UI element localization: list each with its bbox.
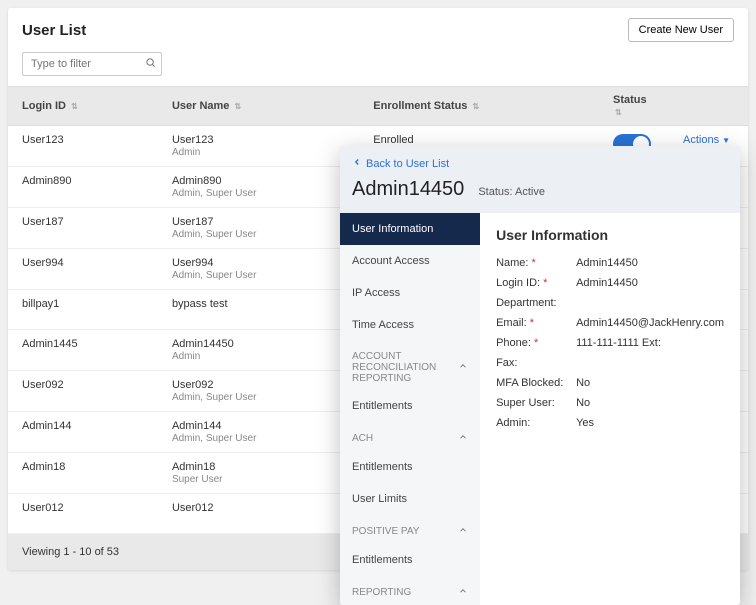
nav-user-information[interactable]: User Information [340, 213, 480, 245]
detail-nav: User Information Account Access IP Acces… [340, 213, 480, 605]
chevron-up-icon [458, 432, 468, 445]
nav-group-positive-pay[interactable]: POSITIVE PAY [340, 515, 480, 544]
sort-icon: ⇅ [71, 102, 78, 111]
detail-title: Admin14450 [352, 178, 464, 201]
cell-role: Admin [172, 147, 345, 158]
caret-down-icon: ▼ [722, 136, 730, 145]
info-value: Admin14450 [576, 257, 638, 269]
filter-container [8, 52, 748, 86]
nav-account-access[interactable]: Account Access [340, 245, 480, 277]
cell-login: User123 [8, 126, 158, 167]
cell-username: Admin18Super User [158, 453, 359, 494]
sort-icon: ⇅ [615, 108, 622, 117]
actions-dropdown[interactable]: Actions▼ [683, 134, 730, 146]
info-value: Yes [576, 417, 594, 429]
detail-content: User Information Name: * Admin14450 Logi… [480, 213, 740, 605]
filter-input[interactable] [22, 52, 162, 76]
nav-ip-access[interactable]: IP Access [340, 277, 480, 309]
cell-login: Admin144 [8, 412, 158, 453]
cell-role: Admin [172, 351, 345, 362]
cell-role: Admin, Super User [172, 270, 345, 281]
cell-login: Admin890 [8, 167, 158, 208]
cell-login: User187 [8, 208, 158, 249]
cell-role: Admin, Super User [172, 229, 345, 240]
info-label: Super User: [496, 397, 576, 409]
page-title: User List [22, 22, 86, 39]
cell-role: Admin, Super User [172, 188, 345, 199]
info-row-department: Department: [496, 297, 724, 309]
nav-group-account-reconciliation[interactable]: ACCOUNT RECONCILIATION REPORTING [340, 341, 480, 390]
cell-login: Admin1445 [8, 330, 158, 371]
cell-role: Super User [172, 474, 345, 485]
cell-login: User994 [8, 249, 158, 290]
nav-ar-entitlements[interactable]: Entitlements [340, 390, 480, 422]
cell-username: Admin14450Admin [158, 330, 359, 371]
info-row-superuser: Super User: No [496, 397, 724, 409]
cell-username: User012 [158, 494, 359, 534]
col-login-header[interactable]: Login ID ⇅ [8, 87, 158, 126]
cell-login: User012 [8, 494, 158, 534]
cell-role: Admin, Super User [172, 392, 345, 403]
info-row-fax: Fax: [496, 357, 724, 369]
col-actions-header [669, 87, 748, 126]
info-value: No [576, 397, 590, 409]
cell-username: Admin144Admin, Super User [158, 412, 359, 453]
col-status-header[interactable]: Status ⇅ [599, 87, 669, 126]
info-row-admin: Admin: Yes [496, 417, 724, 429]
cell-login: User092 [8, 371, 158, 412]
info-value: 111-111-1111 Ext: [576, 337, 661, 349]
info-row-email: Email: * Admin14450@JackHenry.com [496, 317, 724, 329]
cell-username: bypass test [158, 290, 359, 330]
user-detail-panel: Back to User List Admin14450 Status: Act… [340, 146, 740, 605]
cell-username: Admin890Admin, Super User [158, 167, 359, 208]
cell-username: User994Admin, Super User [158, 249, 359, 290]
detail-title-row: Admin14450 Status: Active [352, 170, 728, 213]
info-row-mfa: MFA Blocked: No [496, 377, 724, 389]
info-label: Phone: * [496, 337, 576, 349]
detail-body: User Information Account Access IP Acces… [340, 213, 740, 605]
nav-ach-user-limits[interactable]: User Limits [340, 483, 480, 515]
info-value: Admin14450@JackHenry.com [576, 317, 724, 329]
info-label: Email: * [496, 317, 576, 329]
sort-icon: ⇅ [472, 102, 479, 111]
info-value: Admin14450 [576, 277, 638, 289]
col-enrollment-header[interactable]: Enrollment Status ⇅ [359, 87, 599, 126]
chevron-up-icon [458, 525, 468, 538]
nav-group-reporting[interactable]: REPORTING [340, 576, 480, 605]
card-header: User List Create New User [8, 8, 748, 52]
nav-pp-entitlements[interactable]: Entitlements [340, 544, 480, 576]
nav-group-ach[interactable]: ACH [340, 422, 480, 451]
detail-status: Status: Active [478, 186, 545, 198]
nav-ach-entitlements[interactable]: Entitlements [340, 451, 480, 483]
cell-username: User092Admin, Super User [158, 371, 359, 412]
info-label: Login ID: * [496, 277, 576, 289]
chevron-up-icon [458, 586, 468, 599]
info-label: Admin: [496, 417, 576, 429]
info-row-phone: Phone: * 111-111-1111 Ext: [496, 337, 724, 349]
section-title: User Information [496, 227, 724, 243]
cell-username: User187Admin, Super User [158, 208, 359, 249]
nav-time-access[interactable]: Time Access [340, 309, 480, 341]
cell-login: billpay1 [8, 290, 158, 330]
filter-input-wrap [22, 52, 162, 76]
info-value: No [576, 377, 590, 389]
info-row-login: Login ID: * Admin14450 [496, 277, 724, 289]
info-label: Department: [496, 297, 576, 309]
cell-role: Admin, Super User [172, 433, 345, 444]
info-label: Name: * [496, 257, 576, 269]
info-label: MFA Blocked: [496, 377, 576, 389]
create-new-user-button[interactable]: Create New User [628, 18, 734, 42]
cell-login: Admin18 [8, 453, 158, 494]
back-to-list-link[interactable]: Back to User List [352, 157, 449, 170]
viewing-text: Viewing 1 - 10 of 53 [22, 546, 119, 558]
info-label: Fax: [496, 357, 576, 369]
sort-icon: ⇅ [234, 102, 241, 111]
search-icon [145, 57, 156, 71]
cell-username: User123Admin [158, 126, 359, 167]
detail-header: Back to User List Admin14450 Status: Act… [340, 146, 740, 213]
chevron-up-icon [458, 361, 468, 374]
col-username-header[interactable]: User Name ⇅ [158, 87, 359, 126]
chevron-left-icon [352, 157, 362, 170]
info-row-name: Name: * Admin14450 [496, 257, 724, 269]
